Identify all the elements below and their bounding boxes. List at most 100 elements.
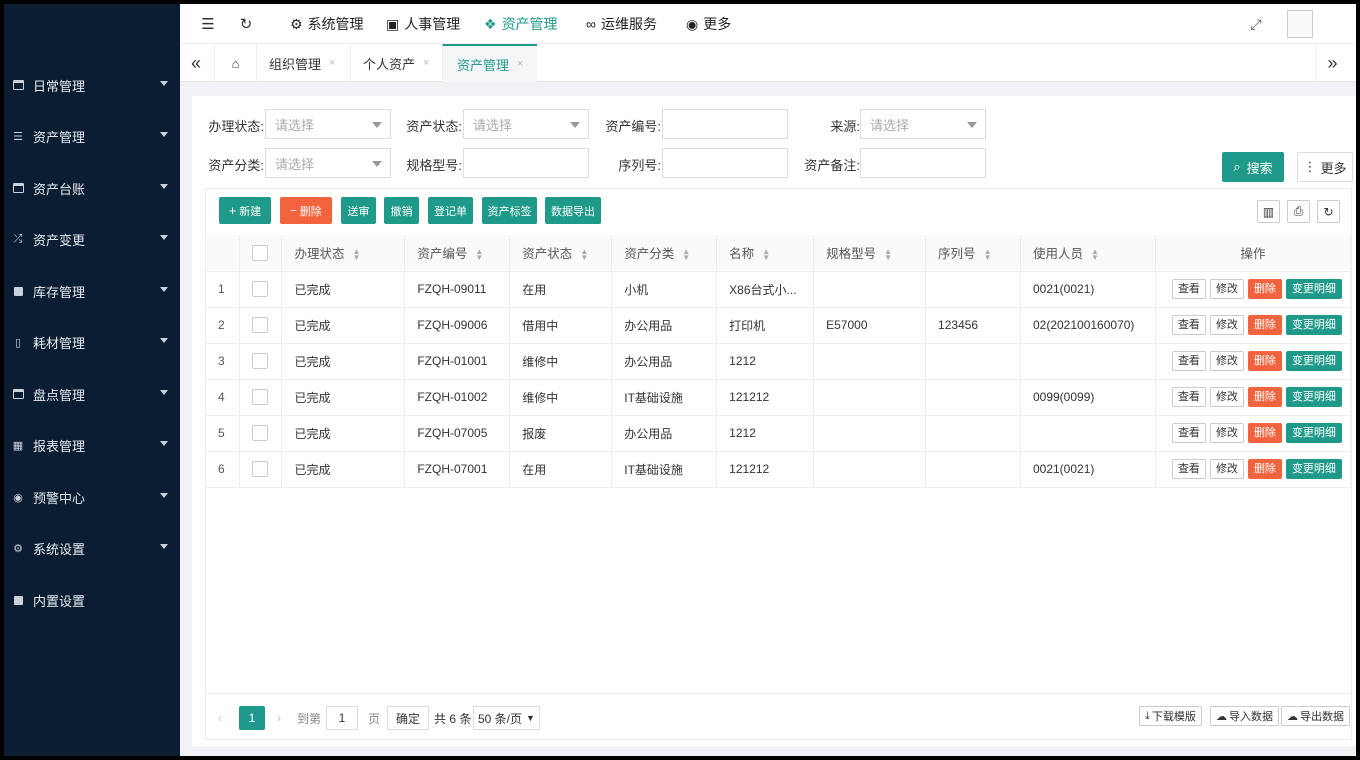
changelog-button[interactable]: 变更明细 [1285,315,1342,335]
filter-category-select[interactable]: 请选择 [265,148,391,178]
header-category[interactable]: 资产分类 ▲ ▼ [611,235,718,272]
sort-icon[interactable]: ▲ ▼ [884,247,892,261]
top-menu-more[interactable]: ◉ 更多 [686,14,731,34]
sort-icon[interactable]: ▲ ▼ [762,247,770,261]
view-button[interactable]: 查看 [1171,459,1206,479]
edit-button[interactable]: 修改 [1209,351,1244,371]
sort-icon[interactable]: ▲ ▼ [580,247,588,261]
sort-icon[interactable]: ▲ ▼ [984,247,992,261]
more-filters-button[interactable]: ⋮ 更多 [1297,152,1353,182]
filter-status-select[interactable]: 请选择 [265,109,391,139]
view-button[interactable]: 查看 [1171,423,1206,443]
tab-org[interactable]: 组织管理 × [256,44,347,82]
remark-input[interactable] [860,148,986,178]
data-export-button[interactable]: 数据导出 [545,197,601,224]
sidebar-item-reports[interactable]: ▦ 报表管理 [4,425,180,465]
edit-button[interactable]: 修改 [1209,423,1244,443]
sidebar-item-system-settings[interactable]: ⚙ 系统设置 [4,528,180,568]
close-icon[interactable]: × [517,58,523,70]
header-model[interactable]: 规格型号 ▲ ▼ [813,235,927,272]
prev-page-icon[interactable]: ‹ [218,706,222,730]
close-icon[interactable]: × [329,57,335,69]
search-button[interactable]: ⌕ 搜索 [1222,152,1284,182]
tabs-scroll-left-icon[interactable]: « [180,44,212,82]
menu-toggle-icon[interactable]: ☰ [198,14,218,34]
sidebar-item-alerts[interactable]: ◉ 预警中心 [4,477,180,517]
sidebar-item-asset-ledger[interactable]: 资产台账 [4,168,180,208]
sort-icon[interactable]: ▲ ▼ [475,247,483,261]
header-status[interactable]: 办理状态 ▲ ▼ [281,235,406,272]
next-page-icon[interactable]: › [277,706,281,730]
serial-input[interactable] [662,148,788,178]
sidebar-item-daily[interactable]: 日常管理 [4,65,180,105]
sidebar-item-builtin-settings[interactable]: 内置设置 [4,580,180,620]
page-button-current[interactable]: 1 [239,706,265,730]
sort-icon[interactable]: ▲ ▼ [352,247,360,261]
avatar[interactable] [1287,10,1313,38]
delete-row-button[interactable]: 删除 [1247,315,1282,335]
tab-personal-assets[interactable]: 个人资产 × [350,44,441,82]
row-checkbox[interactable] [252,425,269,441]
select-all-checkbox[interactable] [252,244,269,261]
columns-icon[interactable]: ▥ [1257,200,1280,223]
asset-no-input[interactable] [662,109,788,139]
register-form-button[interactable]: 登记单 [428,197,473,224]
row-checkbox[interactable] [252,281,269,297]
import-data-button[interactable]: ☁ 导入数据 [1210,706,1279,726]
sort-icon[interactable]: ▲ ▼ [682,247,690,261]
tab-asset-management[interactable]: 资产管理 × [442,44,538,82]
tab-home[interactable]: ⌂ [214,44,256,82]
sidebar-item-stocktake[interactable]: 盘点管理 [4,374,180,414]
revoke-button[interactable]: 撤销 [384,197,419,224]
delete-row-button[interactable]: 删除 [1247,387,1282,407]
changelog-button[interactable]: 变更明细 [1285,279,1342,299]
download-template-button[interactable]: ⤓ 下载模版 [1139,706,1202,726]
header-name[interactable]: 名称 ▲ ▼ [716,235,815,272]
goto-page-input[interactable]: 1 [326,706,358,730]
top-menu-asset[interactable]: ❖ 资产管理 [484,14,558,34]
print-icon[interactable]: ⎙ [1287,200,1310,223]
row-checkbox[interactable] [252,461,269,477]
row-checkbox[interactable] [252,389,269,405]
changelog-button[interactable]: 变更明细 [1285,351,1342,371]
changelog-button[interactable]: 变更明细 [1285,459,1342,479]
header-asset-no[interactable]: 资产编号 ▲ ▼ [404,235,511,272]
page-size-select[interactable]: 50 条/页 ▼ [473,706,540,730]
refresh-table-icon[interactable]: ↻ [1317,200,1340,223]
submit-button[interactable]: 送审 [341,197,376,224]
header-serial[interactable]: 序列号 ▲ ▼ [925,235,1021,272]
sidebar-item-asset-management[interactable]: ☰ 资产管理 [4,116,180,156]
row-checkbox[interactable] [252,317,269,333]
refresh-icon[interactable]: ↻ [236,14,256,34]
export-data-button[interactable]: ☁ 导出数据 [1281,706,1350,726]
filter-source-select[interactable]: 请选择 [860,109,986,139]
view-button[interactable]: 查看 [1171,351,1206,371]
delete-row-button[interactable]: 删除 [1247,423,1282,443]
edit-button[interactable]: 修改 [1209,279,1244,299]
top-menu-ops[interactable]: ∞ 运维服务 [586,14,657,34]
view-button[interactable]: 查看 [1171,315,1206,335]
delete-button[interactable]: − 删除 [280,197,332,224]
view-button[interactable]: 查看 [1171,279,1206,299]
filter-asset-status-select[interactable]: 请选择 [463,109,589,139]
sidebar-item-inventory[interactable]: 库存管理 [4,271,180,311]
edit-button[interactable]: 修改 [1209,387,1244,407]
close-icon[interactable]: × [423,57,429,69]
asset-tag-button[interactable]: 资产标签 [482,197,537,224]
changelog-button[interactable]: 变更明细 [1285,423,1342,443]
delete-row-button[interactable]: 删除 [1247,279,1282,299]
header-user[interactable]: 使用人员 ▲ ▼ [1020,235,1156,272]
new-button[interactable]: + 新建 [219,197,271,224]
edit-button[interactable]: 修改 [1209,315,1244,335]
sort-icon[interactable]: ▲ ▼ [1091,247,1099,261]
delete-row-button[interactable]: 删除 [1247,459,1282,479]
changelog-button[interactable]: 变更明细 [1285,387,1342,407]
model-input[interactable] [463,148,589,178]
top-menu-hr[interactable]: ▣ 人事管理 [386,14,460,34]
sidebar-item-consumables[interactable]: ▯ 耗材管理 [4,322,180,362]
view-button[interactable]: 查看 [1171,387,1206,407]
fullscreen-icon[interactable]: ⤢ [1246,14,1266,34]
row-checkbox[interactable] [252,353,269,369]
delete-row-button[interactable]: 删除 [1247,351,1282,371]
goto-confirm-button[interactable]: 确定 [387,706,430,730]
